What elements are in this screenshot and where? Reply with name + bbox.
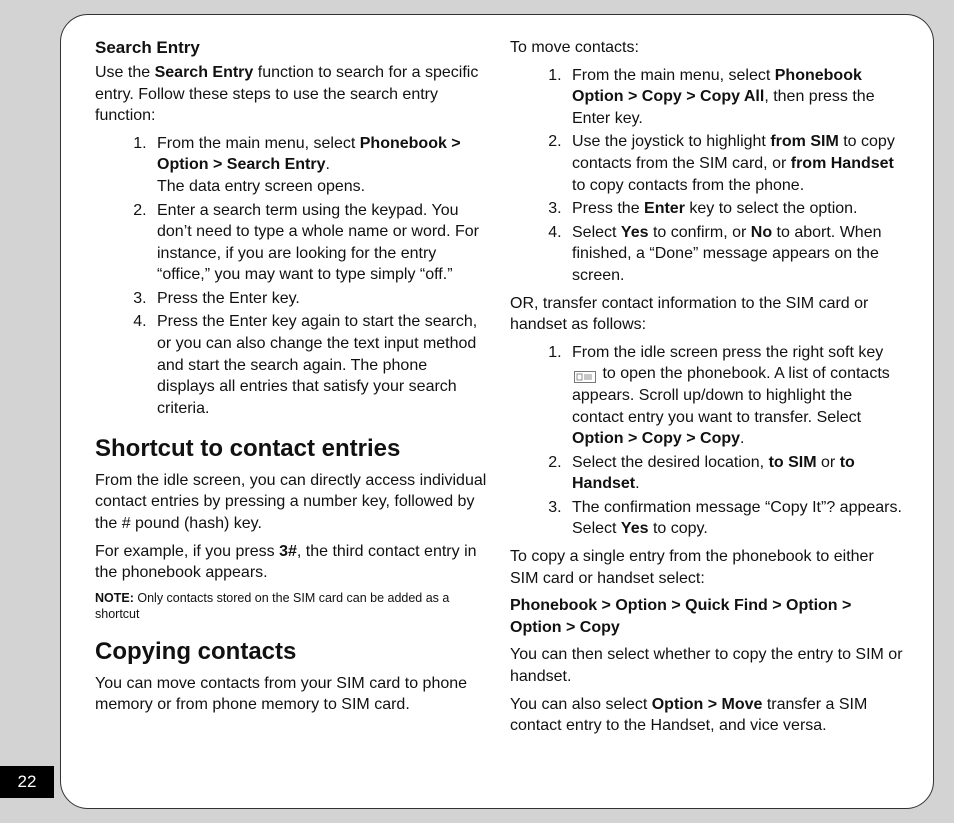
single-intro: To copy a single entry from the phoneboo… xyxy=(510,546,905,589)
text: The data entry screen opens. xyxy=(157,178,365,195)
shortcut-p1: From the idle screen, you can directly a… xyxy=(95,470,490,535)
list-item: From the main menu, select Phonebook > O… xyxy=(151,133,488,198)
or-paragraph: OR, transfer contact information to the … xyxy=(510,293,905,336)
transfer-steps: From the idle screen press the right sof… xyxy=(566,342,905,540)
text: . xyxy=(325,156,329,173)
text: to confirm, or xyxy=(649,224,751,241)
text: . xyxy=(635,475,639,492)
list-item: The confirmation message “Copy It”? appe… xyxy=(566,497,903,540)
search-entry-heading: Search Entry xyxy=(95,37,490,60)
search-entry-intro: Use the Search Entry function to search … xyxy=(95,62,490,127)
page-number-tab: 22 xyxy=(0,766,54,798)
text: From the main menu, select xyxy=(157,135,360,152)
shortcut-p2: For example, if you press 3#, the third … xyxy=(95,541,490,584)
text: You can also select xyxy=(510,696,652,713)
list-item: Use the joystick to highlight from SIM t… xyxy=(566,131,903,196)
text: From the idle screen press the right sof… xyxy=(572,344,883,361)
bold-text: Yes xyxy=(621,520,649,537)
list-item: From the main menu, select Phonebook Opt… xyxy=(566,65,903,130)
bold-text: Search Entry xyxy=(155,64,254,81)
copying-heading: Copying contacts xyxy=(95,636,490,668)
move-steps: From the main menu, select Phonebook Opt… xyxy=(566,65,905,287)
list-item: Press the Enter key. xyxy=(151,288,488,310)
text: to copy contacts from the phone. xyxy=(572,177,804,194)
text: Use the joystick to highlight xyxy=(572,133,770,150)
text: . xyxy=(740,430,744,447)
move-option: You can also select Option > Move transf… xyxy=(510,694,905,737)
search-entry-steps: From the main menu, select Phonebook > O… xyxy=(151,133,490,420)
right-column: To move contacts: From the main menu, se… xyxy=(510,37,905,786)
phonebook-icon xyxy=(574,368,596,380)
content-columns: Search Entry Use the Search Entry functi… xyxy=(95,37,905,786)
text: to copy. xyxy=(649,520,708,537)
bold-text: Option > Move xyxy=(652,696,763,713)
single-path: Phonebook > Option > Quick Find > Option… xyxy=(510,595,905,638)
text: to open the phonebook. A list of contact… xyxy=(572,365,890,425)
list-item: From the idle screen press the right sof… xyxy=(566,342,903,450)
text: Use the xyxy=(95,64,155,81)
shortcut-heading: Shortcut to contact entries xyxy=(95,433,490,465)
copying-p1: You can move contacts from your SIM card… xyxy=(95,673,490,716)
bold-text: from SIM xyxy=(770,133,838,150)
list-item: Select the desired location, to SIM or t… xyxy=(566,452,903,495)
bold-text: Enter xyxy=(644,200,685,217)
list-item: Enter a search term using the keypad. Yo… xyxy=(151,200,488,286)
page-number: 22 xyxy=(18,772,37,792)
list-item: Select Yes to confirm, or No to abort. W… xyxy=(566,222,903,287)
text: or xyxy=(817,454,840,471)
shortcut-note: NOTE: Only contacts stored on the SIM ca… xyxy=(95,590,490,623)
note-label: NOTE: xyxy=(95,591,134,605)
bold-text: No xyxy=(751,224,772,241)
text: For example, if you press xyxy=(95,543,279,560)
move-intro: To move contacts: xyxy=(510,37,905,59)
text: key to select the option. xyxy=(685,200,858,217)
bold-text: from Handset xyxy=(791,155,894,172)
bold-text: Yes xyxy=(621,224,649,241)
text: Press the xyxy=(572,200,644,217)
single-dest: You can then select whether to copy the … xyxy=(510,644,905,687)
list-item: Press the Enter key to select the option… xyxy=(566,198,903,220)
text: From the main menu, select xyxy=(572,67,775,84)
bold-text: 3# xyxy=(279,543,297,560)
bold-text: Phonebook > Option > Quick Find > Option… xyxy=(510,597,851,636)
list-item: Press the Enter key again to start the s… xyxy=(151,311,488,419)
left-column: Search Entry Use the Search Entry functi… xyxy=(95,37,490,786)
bold-text: to SIM xyxy=(769,454,817,471)
text: Select the desired location, xyxy=(572,454,769,471)
text: Select xyxy=(572,224,621,241)
page-frame: Search Entry Use the Search Entry functi… xyxy=(60,14,934,809)
note-text: Only contacts stored on the SIM card can… xyxy=(95,591,449,621)
bold-text: Option > Copy > Copy xyxy=(572,430,740,447)
